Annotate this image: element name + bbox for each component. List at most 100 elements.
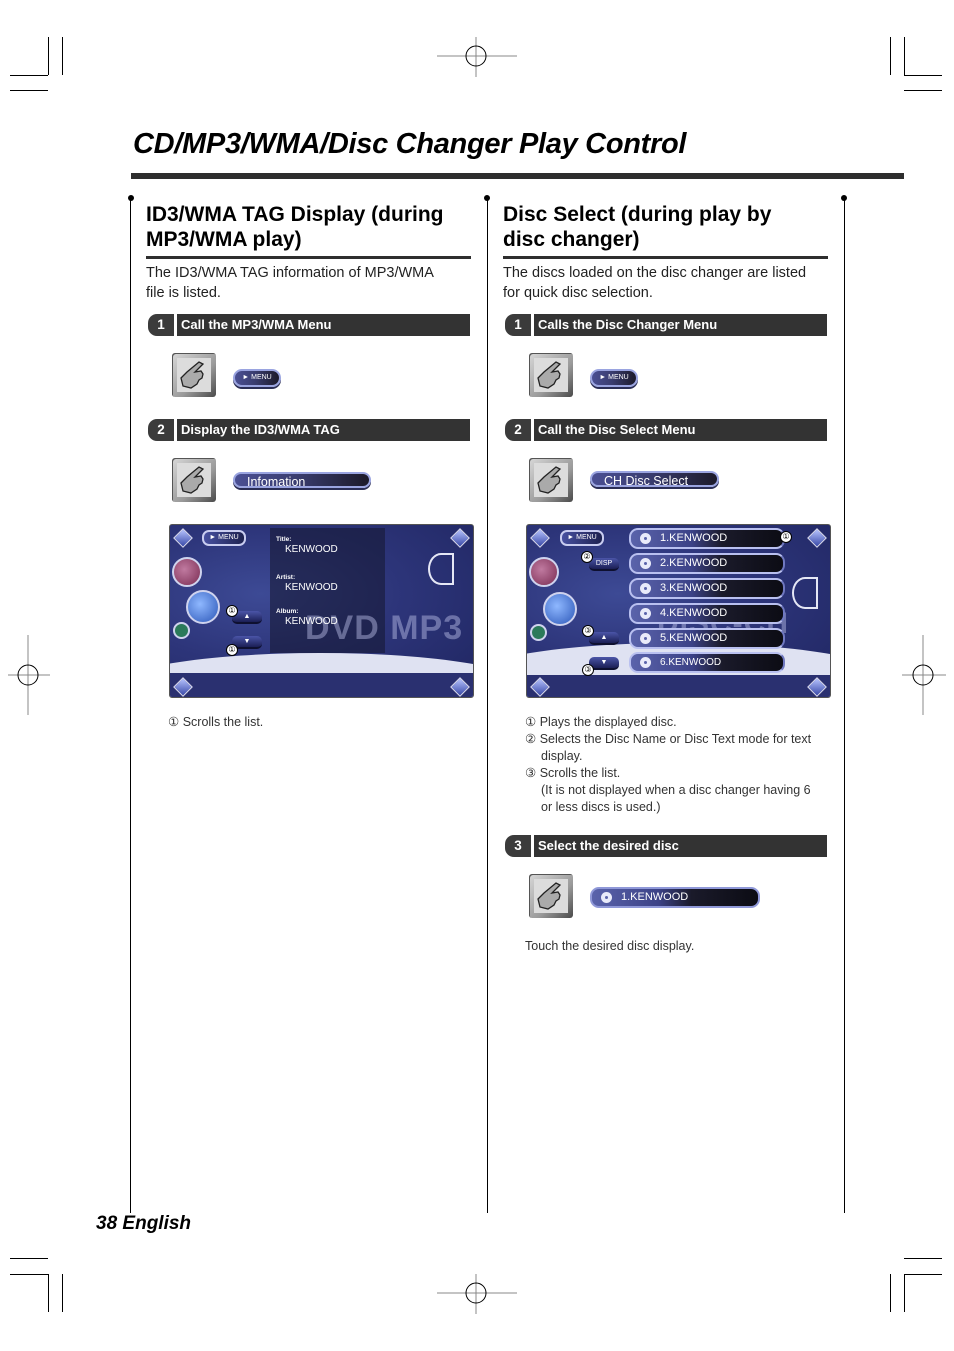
disc-label: 1.KENWOOD <box>660 532 728 544</box>
registration-mark <box>902 635 946 715</box>
tool-icon[interactable] <box>173 622 190 639</box>
screen-menu-label: MENU <box>576 534 597 541</box>
disc-icon <box>640 608 651 619</box>
artist-label: Artist: <box>276 574 296 581</box>
information-button[interactable]: Infomation <box>233 472 371 489</box>
step-number: 3 <box>505 835 531 857</box>
crop-mark <box>904 90 942 91</box>
step-number: 1 <box>505 314 531 336</box>
crop-mark <box>48 1274 49 1312</box>
step-label: Display the ID3/WMA TAG <box>177 419 470 441</box>
note-text: display. <box>541 749 583 763</box>
step-label: Calls the Disc Changer Menu <box>534 314 827 336</box>
menu-button-label: MENU <box>251 374 272 381</box>
crop-mark <box>890 1274 891 1312</box>
disc-row[interactable]: 3.KENWOOD <box>629 578 785 599</box>
note-text: Selects the Disc Name or Disc Text mode … <box>539 732 812 746</box>
corner-diamond-icon <box>530 528 550 548</box>
disc-label: 2.KENWOOD <box>660 557 728 569</box>
dvd-mp3-watermark: DVD MP3 <box>305 609 464 647</box>
column-rule <box>130 198 131 1213</box>
note-item: ① Plays the displayed disc. <box>525 714 835 731</box>
note-item: ③ Scrolls the list. (It is not displayed… <box>525 765 835 816</box>
touch-hand-icon <box>172 353 216 397</box>
id3-tag-screen: ► MENU ▲ ▼ ① ① DVD MP3 Title: KENWOOD Ar… <box>169 524 474 698</box>
note-marker: ① <box>168 715 180 729</box>
step-label: Select the desired disc <box>534 835 827 857</box>
note-text: or less discs is used.) <box>541 800 661 814</box>
disc-icon <box>640 583 651 594</box>
heading-line: Disc Select (during play by <box>503 203 772 226</box>
note-text: (It is not displayed when a disc changer… <box>541 783 811 797</box>
disc-icon <box>601 892 612 903</box>
notes-list: ① Plays the displayed disc. ② Selects th… <box>525 714 835 816</box>
disc-label: 3.KENWOOD <box>660 582 728 594</box>
intro-line: The discs loaded on the disc changer are… <box>503 265 807 281</box>
disc-row[interactable]: 1.KENWOOD <box>629 528 785 549</box>
step-number: 2 <box>148 419 174 441</box>
swirl-ornament <box>792 577 818 609</box>
crop-mark <box>62 1274 63 1312</box>
intro-line: for quick disc selection. <box>503 284 653 301</box>
disp-button[interactable]: DISP <box>589 558 619 571</box>
screen-menu-label: MENU <box>218 534 239 541</box>
column-dot <box>128 195 134 201</box>
note-marker: ① <box>525 715 537 729</box>
play-triangle-icon: ► <box>599 374 607 381</box>
disc-row[interactable]: 5.KENWOOD <box>629 628 785 649</box>
disc-row[interactable]: 6.KENWOOD <box>629 652 785 673</box>
disc-icon <box>640 533 651 544</box>
artist-value: KENWOOD <box>285 582 338 593</box>
crop-mark <box>10 1258 48 1259</box>
crop-mark <box>10 90 48 91</box>
crop-mark <box>904 1274 905 1312</box>
disc-row[interactable]: 4.KENWOOD <box>629 603 785 624</box>
crop-mark <box>62 37 63 75</box>
step-3-header: 3 Select the desired disc <box>505 835 827 857</box>
touch-hand-icon <box>172 458 216 502</box>
heading-rule <box>146 256 471 259</box>
callout-marker: ③ <box>582 664 594 676</box>
play-pause-icon[interactable] <box>172 557 202 587</box>
swirl-ornament <box>428 553 454 585</box>
disc-icon <box>640 657 651 668</box>
crop-mark <box>10 1274 48 1275</box>
menu-button[interactable]: ► MENU <box>233 369 281 387</box>
tool-icon[interactable] <box>530 624 547 641</box>
callout-marker: ① <box>226 605 238 617</box>
section-heading: ID3/WMA TAG Display (during MP3/WMA play… <box>146 202 444 252</box>
step-1-header: 1 Calls the Disc Changer Menu <box>505 314 827 336</box>
heading-rule <box>503 256 828 259</box>
disc-label: 1.KENWOOD <box>621 891 689 903</box>
touch-hand-icon <box>529 874 573 918</box>
page-title: CD/MP3/WMA/Disc Changer Play Control <box>133 128 687 160</box>
disc-icon <box>640 558 651 569</box>
ch-disc-select-button[interactable]: CH Disc Select <box>590 471 719 488</box>
column-rule <box>844 198 845 1213</box>
corner-diamond-icon <box>807 528 827 548</box>
title-rule <box>131 173 904 179</box>
step-number: 2 <box>505 419 531 441</box>
return-icon[interactable] <box>543 592 577 626</box>
callout-marker: ① <box>780 531 792 543</box>
screen-bottom <box>527 675 830 697</box>
menu-button[interactable]: ► MENU <box>590 369 638 387</box>
column-rule <box>487 198 488 1213</box>
disc-row[interactable]: 2.KENWOOD <box>629 553 785 574</box>
scroll-up-button[interactable]: ▲ <box>589 632 619 645</box>
note-text: Plays the displayed disc. <box>539 715 677 729</box>
step-2-header: 2 Display the ID3/WMA TAG <box>148 419 470 441</box>
callout-marker: ③ <box>582 625 594 637</box>
play-pause-icon[interactable] <box>529 557 559 587</box>
heading-line: MP3/WMA play) <box>146 228 302 251</box>
title-value: KENWOOD <box>285 544 338 555</box>
page-number: 38 English <box>96 1213 192 1234</box>
select-disc-button[interactable]: 1.KENWOOD <box>590 887 760 908</box>
note-item: ① Scrolls the list. <box>168 714 263 731</box>
note-text: Scrolls the list. <box>539 766 621 780</box>
screen-menu-button[interactable]: ► MENU <box>560 530 604 546</box>
disc-label: 5.KENWOOD <box>660 632 728 644</box>
screen-menu-button[interactable]: ► MENU <box>202 530 246 546</box>
return-icon[interactable] <box>186 590 220 624</box>
play-triangle-icon: ► <box>242 374 250 381</box>
